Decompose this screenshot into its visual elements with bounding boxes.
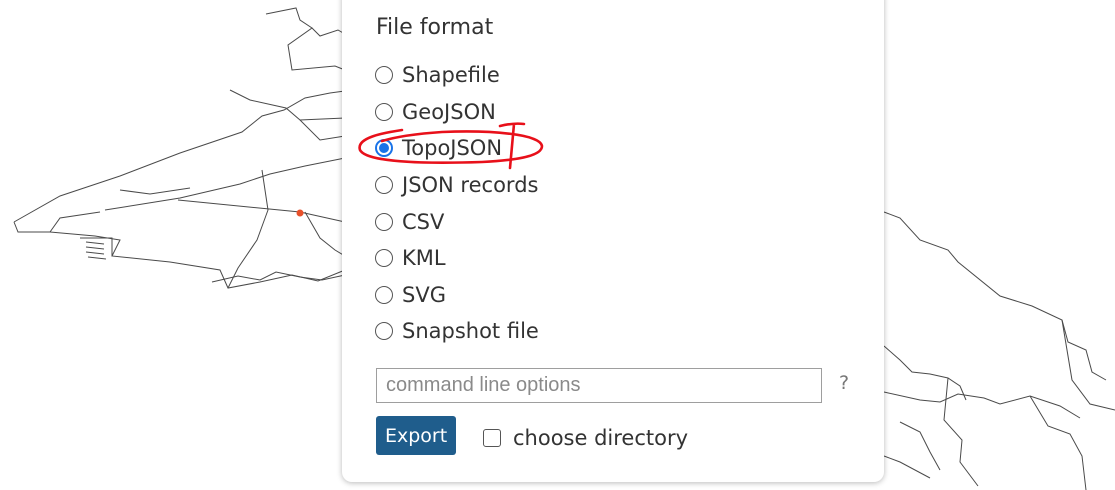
map-boundary (883, 211, 1107, 381)
checkbox-box[interactable] (483, 429, 501, 447)
format-label: SVG (402, 282, 446, 307)
radio-button[interactable] (375, 249, 393, 268)
radio-button[interactable] (375, 176, 393, 195)
format-options: Shapefile GeoJSON TopoJSON JSON records … (375, 57, 539, 350)
map-boundary (49, 211, 101, 233)
format-option-snapshot-file[interactable]: Snapshot file (375, 313, 539, 350)
export-button[interactable]: Export (376, 416, 457, 455)
format-option-csv[interactable]: CSV (375, 203, 539, 240)
radio-button-selected[interactable] (375, 139, 393, 158)
map-boundary (1061, 319, 1115, 411)
export-dialog: File format Shapefile GeoJSON TopoJSON J… (342, 0, 884, 482)
map-boundary (883, 391, 1081, 419)
map-boundary (883, 455, 931, 479)
map-boundary (883, 345, 967, 401)
radio-button[interactable] (375, 66, 393, 85)
radio-button[interactable] (375, 322, 393, 341)
format-label: JSON records (402, 173, 539, 198)
format-label: CSV (402, 209, 445, 234)
map-boundary (177, 199, 346, 223)
radio-button[interactable] (375, 212, 393, 231)
format-label: TopoJSON (402, 136, 503, 161)
choose-directory-label: choose directory (513, 426, 689, 450)
command-line-options-input[interactable] (376, 368, 822, 403)
map-boundary (119, 187, 191, 195)
format-option-topojson[interactable]: TopoJSON (375, 130, 539, 167)
format-option-svg[interactable]: SVG (375, 277, 539, 314)
format-label: Shapefile (402, 63, 500, 88)
map-boundary (104, 157, 346, 211)
format-option-kml[interactable]: KML (375, 240, 539, 277)
help-icon[interactable]: ? (839, 372, 849, 394)
map-point[interactable] (296, 209, 304, 217)
map-boundary (229, 89, 346, 121)
map-boundary (13, 89, 353, 223)
radio-button[interactable] (375, 102, 393, 121)
file-format-heading: File format (376, 15, 494, 40)
map-boundary (899, 421, 941, 471)
format-option-geojson[interactable]: GeoJSON (375, 94, 539, 131)
map-boundary (13, 221, 346, 289)
map-boundary (85, 241, 107, 260)
format-option-json-records[interactable]: JSON records (375, 167, 539, 204)
map-boundary (265, 7, 346, 71)
radio-button[interactable] (375, 285, 393, 304)
format-label: GeoJSON (402, 99, 496, 124)
map-boundary (304, 211, 346, 257)
format-option-shapefile[interactable]: Shapefile (375, 57, 539, 94)
map-boundary (299, 119, 346, 141)
choose-directory-checkbox[interactable]: choose directory (483, 426, 688, 450)
map-boundary (227, 169, 269, 289)
format-label: KML (402, 246, 446, 271)
map-boundary (311, 27, 346, 37)
map-boundary (1029, 395, 1087, 490)
format-label: Snapshot file (402, 319, 539, 344)
